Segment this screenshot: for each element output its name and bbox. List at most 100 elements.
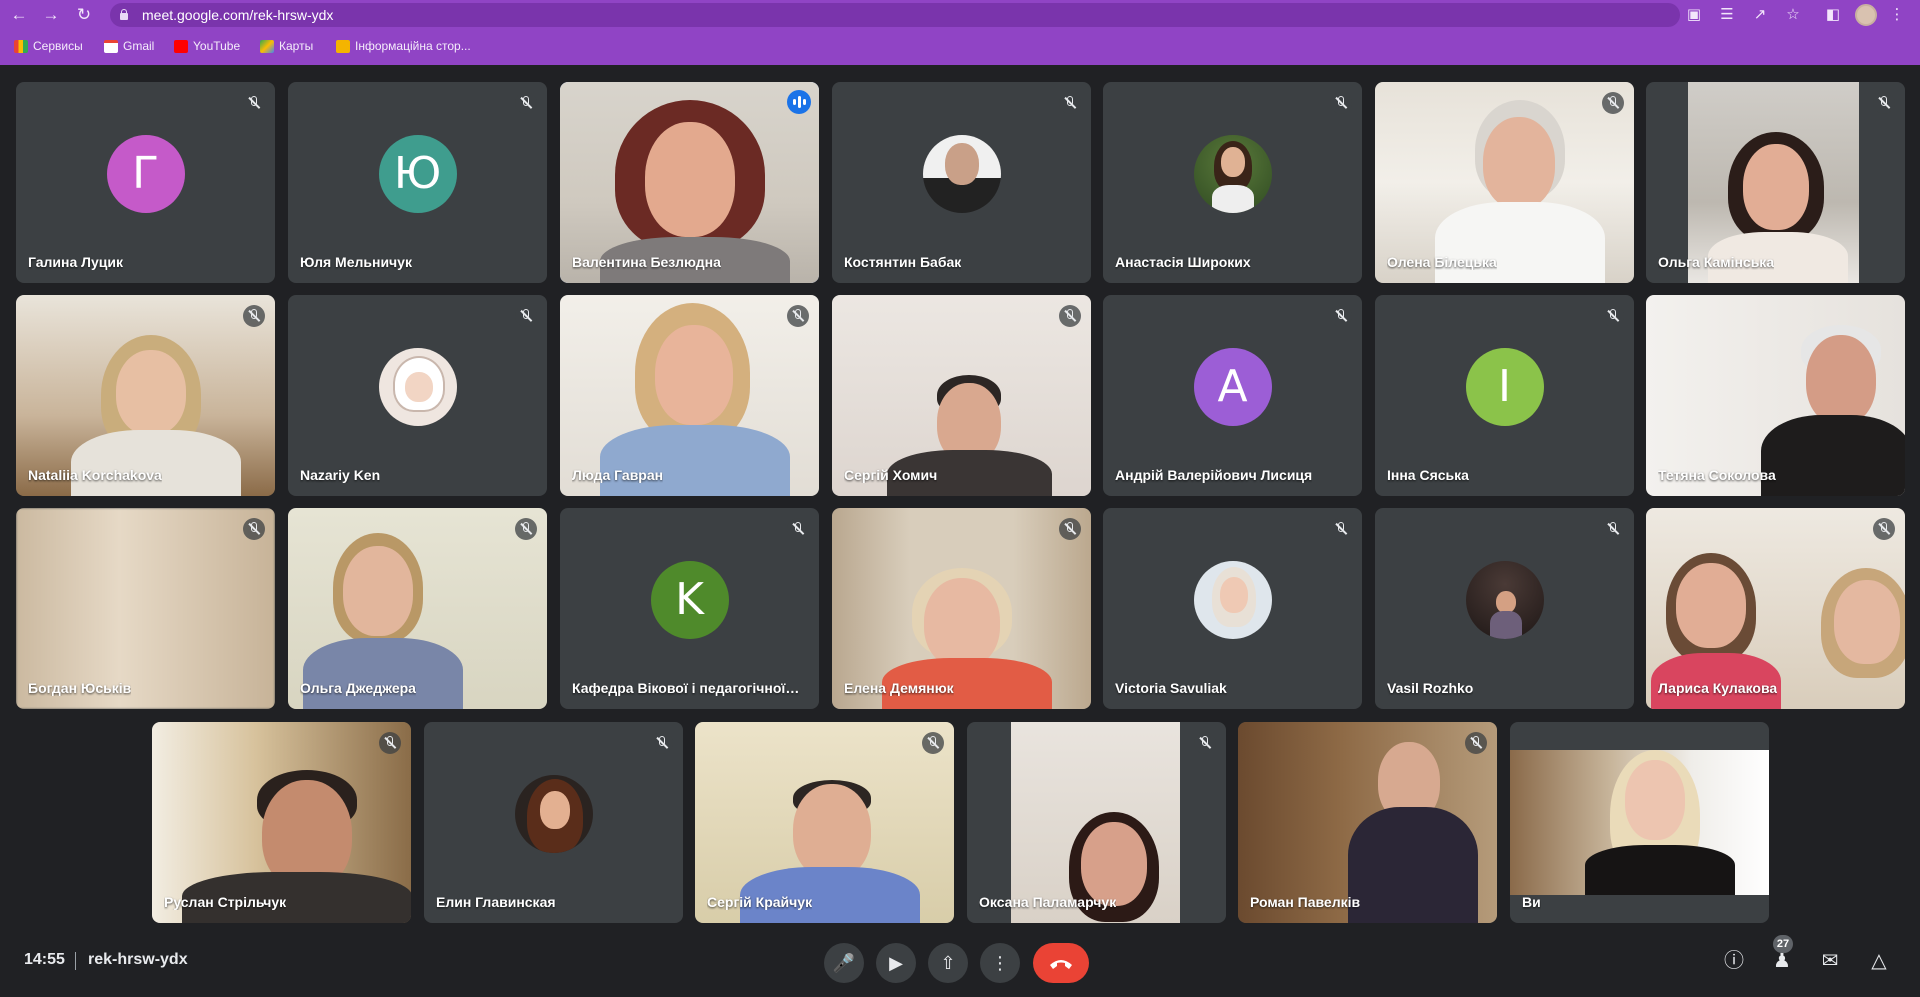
back-arrow-icon[interactable]: ← (8, 4, 30, 26)
bookmark-label: Gmail (123, 39, 155, 53)
end-call-button[interactable] (1033, 943, 1089, 983)
participant-tile[interactable]: Victoria Savuliak (1103, 508, 1362, 709)
mic-off-icon (787, 305, 809, 327)
participant-name: Ольга Камінська (1658, 254, 1775, 270)
participant-tile[interactable]: I Інна Сяська (1375, 295, 1634, 496)
hang-up-icon (1050, 960, 1072, 969)
participant-tile[interactable]: Ю Юля Мельничук (288, 82, 547, 283)
microphone-icon: 🎤 (832, 953, 856, 973)
bookmark-youtube[interactable]: YouTube (174, 36, 240, 56)
more-vertical-icon: ⋮ (991, 953, 1009, 973)
participant-tile[interactable]: Тетяна Соколова (1646, 295, 1905, 496)
participant-name: Кафедра Вікової і педагогічної п... (572, 680, 802, 696)
participant-name: Nataliia Korchakova (28, 467, 162, 483)
letter-avatar: A (1193, 347, 1272, 426)
bookmark-services[interactable]: Сервисы (14, 36, 83, 56)
participant-name: Ви (1522, 894, 1541, 910)
participant-video (1011, 722, 1180, 923)
mic-off-icon (1059, 518, 1081, 540)
participant-video (695, 722, 954, 923)
participant-video (560, 295, 819, 496)
participant-name: Nazariy Ken (300, 467, 381, 483)
microphone-button[interactable]: 🎤 (824, 943, 864, 983)
participant-tile[interactable]: Роман Павелків (1238, 722, 1497, 923)
youtube-icon (174, 39, 188, 53)
mic-off-icon (515, 305, 537, 327)
participant-name: Богдан Юськів (28, 680, 132, 696)
more-menu-icon[interactable]: ⋮ (1886, 4, 1908, 26)
participant-name: Сергій Хомич (844, 467, 938, 483)
bookmark-star-icon[interactable]: ☆ (1782, 4, 1804, 26)
profile-photo (514, 774, 593, 853)
gmail-icon (104, 39, 118, 53)
participant-name: Елена Демянюк (844, 680, 954, 696)
participant-tile[interactable]: Богдан Юськів (16, 508, 275, 709)
participant-name: Люда Гавран (572, 467, 664, 483)
profile-photo (1465, 560, 1544, 639)
participant-tile[interactable]: Vasil Rozhko (1375, 508, 1634, 709)
mic-off-icon (1602, 305, 1624, 327)
participant-tile[interactable]: Елин Главинская (424, 722, 683, 923)
mic-off-icon (1602, 518, 1624, 540)
participant-tile[interactable]: K Кафедра Вікової і педагогічної п... (560, 508, 819, 709)
mic-off-icon (515, 92, 537, 114)
bookmark-maps[interactable]: Карты (260, 36, 313, 56)
more-options-button[interactable]: ⋮ (980, 943, 1020, 983)
participant-tile[interactable]: Анастасія Широких (1103, 82, 1362, 283)
participant-tile[interactable]: Олена Білецька (1375, 82, 1634, 283)
present-screen-button[interactable]: ⇧ (928, 943, 968, 983)
participant-tile[interactable]: Костянтин Бабак (832, 82, 1091, 283)
participant-tile[interactable]: Ольга Джеджера (288, 508, 547, 709)
chat-icon[interactable]: ✉ (1815, 946, 1845, 976)
camera-in-use-icon[interactable]: ▣ (1683, 4, 1705, 26)
profile-avatar[interactable] (1855, 4, 1877, 26)
participant-tile[interactable]: Nazariy Ken (288, 295, 547, 496)
bookmark-gmail[interactable]: Gmail (104, 36, 154, 56)
mic-off-icon (515, 518, 537, 540)
participant-tile[interactable]: Елена Демянюк (832, 508, 1091, 709)
participant-tile[interactable]: Сергій Хомич (832, 295, 1091, 496)
activities-icon[interactable]: △ (1864, 946, 1894, 976)
participant-tile[interactable]: Люда Гавран (560, 295, 819, 496)
camera-button[interactable]: ▶ (876, 943, 916, 983)
side-panel-icon[interactable]: ◧ (1822, 4, 1844, 26)
mic-off-icon (1873, 92, 1895, 114)
participant-name: Анастасія Широких (1115, 254, 1251, 270)
reload-icon[interactable]: ↻ (73, 4, 95, 26)
maps-icon (260, 39, 274, 53)
mic-off-icon (379, 732, 401, 754)
participant-video (288, 508, 547, 709)
participant-tile[interactable]: Г Галина Луцик (16, 82, 275, 283)
address-row: ← → ↻ meet.google.com/rek-hrsw-ydx ▣ ☰ ↗… (0, 0, 1920, 30)
participant-video (1646, 508, 1905, 709)
participant-tile-active-speaker[interactable]: Валентина Безлюдна (560, 82, 819, 283)
participant-name: Тетяна Соколова (1658, 467, 1776, 483)
mic-off-icon (1330, 518, 1352, 540)
present-screen-icon: ⇧ (940, 953, 956, 973)
participant-name: Vasil Rozhko (1387, 680, 1474, 696)
participant-tile[interactable]: Руслан Стрільчук (152, 722, 411, 923)
bookmark-info-page[interactable]: Інформаційна стор... (336, 36, 471, 56)
forward-arrow-icon[interactable]: → (40, 4, 62, 26)
participant-tile[interactable]: Nataliia Korchakova (16, 295, 275, 496)
participant-tile-self[interactable]: Ви (1510, 722, 1769, 923)
participants-count-badge: 27 (1773, 935, 1793, 953)
address-bar[interactable]: meet.google.com/rek-hrsw-ydx (110, 3, 1680, 27)
participant-tile[interactable]: A Андрій Валерійович Лисиця (1103, 295, 1362, 496)
participant-tile[interactable]: Сергій Крайчук (695, 722, 954, 923)
meeting-details-info-icon[interactable]: ⓘ (1719, 946, 1749, 976)
letter-avatar: I (1465, 347, 1544, 426)
mic-off-icon (243, 305, 265, 327)
bookmark-label: Інформаційна стор... (355, 39, 471, 53)
participant-name: Victoria Savuliak (1115, 680, 1227, 696)
participant-tile[interactable]: Ольга Камінська (1646, 82, 1905, 283)
profile-photo (378, 347, 457, 426)
url-text[interactable]: meet.google.com/rek-hrsw-ydx (142, 7, 333, 23)
participant-tile[interactable]: Оксана Паламарчук (967, 722, 1226, 923)
participant-name: Галина Луцик (28, 254, 123, 270)
participant-name: Ольга Джеджера (300, 680, 416, 696)
participant-tile[interactable]: Лариса Кулакова (1646, 508, 1905, 709)
participant-name: Оксана Паламарчук (979, 894, 1117, 910)
share-icon[interactable]: ↗ (1749, 4, 1771, 26)
translate-icon[interactable]: ☰ (1716, 4, 1738, 26)
